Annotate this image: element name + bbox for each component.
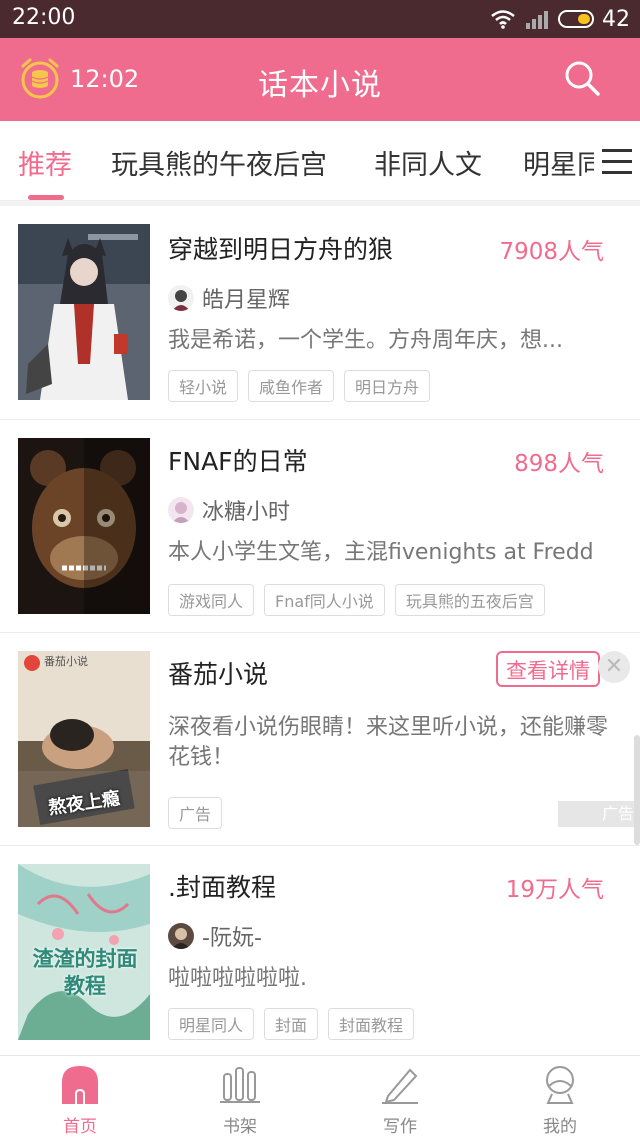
nav-bookshelf[interactable]: 书架 xyxy=(180,1064,300,1137)
book-card[interactable]: FNAF的日常 898人气 冰糖小时 本人小学生文笔，主混fivenights … xyxy=(0,420,640,633)
nav-label: 写作 xyxy=(383,1117,417,1137)
ad-card[interactable]: 番茄小说 熬夜上瘾 番茄小说 查看详情 ✕ 深夜看小说伤眼睛！来这里听小说，还能… xyxy=(0,633,640,846)
cover-text: 渣渣的封面教程 xyxy=(32,947,138,998)
tag[interactable]: 轻小说 xyxy=(168,370,239,402)
ad-title[interactable]: 番茄小说 xyxy=(168,655,268,691)
nav-label: 我的 xyxy=(543,1117,577,1137)
signal-icon xyxy=(526,11,548,29)
tag[interactable]: 游戏同人 xyxy=(168,584,255,616)
ad-description: 深夜看小说伤眼睛！来这里听小说，还能赚零花钱！ xyxy=(168,715,609,770)
tag[interactable]: 明星同人 xyxy=(168,1008,255,1040)
tag[interactable]: 玩具熊的五夜后宫 xyxy=(394,584,545,616)
tag[interactable]: 封面 xyxy=(264,1008,319,1040)
author-row[interactable]: -阮妧- xyxy=(168,920,262,952)
tag-list: 明星同人 封面 封面教程 xyxy=(168,1008,415,1040)
book-card[interactable]: 穿越到明日方舟的狼 7908人气 皓月星辉 我是希诺，一个学生。方舟周年庆，想.… xyxy=(0,206,640,420)
book-description: 啦啦啦啦啦啦. xyxy=(168,966,307,991)
author-row[interactable]: 冰糖小时 xyxy=(168,494,290,526)
profile-icon xyxy=(546,1066,574,1104)
author-row[interactable]: 皓月星辉 xyxy=(168,282,290,314)
tab-celebrity[interactable]: 明星同 xyxy=(523,143,604,182)
book-title[interactable]: FNAF的日常 xyxy=(168,442,308,478)
author-name: -阮妧- xyxy=(202,926,262,951)
avatar xyxy=(168,285,194,311)
wifi-icon xyxy=(491,10,515,29)
tab-recommend[interactable]: 推荐 xyxy=(18,143,72,182)
status-time: 22:00 xyxy=(12,5,76,30)
author-name: 皓月星辉 xyxy=(202,288,291,313)
scrollbar[interactable] xyxy=(634,735,640,845)
bookshelf-icon xyxy=(220,1067,260,1103)
category-tabs: 推荐 玩具熊的午夜后宫 非同人文 明星同 xyxy=(0,121,640,201)
battery-percent: 42 xyxy=(602,6,630,32)
book-title[interactable]: .封面教程 xyxy=(168,868,276,904)
nav-profile[interactable]: 我的 xyxy=(500,1064,620,1137)
tab-menu-icon[interactable] xyxy=(594,139,640,183)
book-popularity: 898人气 xyxy=(514,451,604,477)
nav-label: 首页 xyxy=(63,1117,97,1137)
book-cover[interactable] xyxy=(18,438,150,614)
nav-write[interactable]: 写作 xyxy=(340,1064,460,1137)
nav-label: 书架 xyxy=(223,1117,257,1137)
close-icon[interactable]: ✕ xyxy=(598,651,630,683)
book-title[interactable]: 穿越到明日方舟的狼 xyxy=(168,230,393,266)
nav-home[interactable]: 首页 xyxy=(20,1064,140,1137)
author-name: 冰糖小时 xyxy=(202,500,291,525)
battery-icon xyxy=(558,10,594,28)
search-icon[interactable] xyxy=(562,58,602,98)
tag-list: 轻小说 咸鱼作者 明日方舟 xyxy=(168,370,431,402)
book-popularity: 19万人气 xyxy=(505,877,604,903)
app-title: 话本小说 xyxy=(258,68,382,103)
tag[interactable]: 明日方舟 xyxy=(344,370,431,402)
tag-list: 广告 xyxy=(168,797,223,829)
book-description: 本人小学生文笔，主混fivenights at Fredd xyxy=(168,540,594,565)
tag[interactable]: 封面教程 xyxy=(328,1008,415,1040)
pen-icon xyxy=(382,1068,418,1104)
status-icons: 42 xyxy=(490,6,630,32)
ad-cover-label: 番茄小说 xyxy=(44,655,88,668)
view-details-button[interactable]: 查看详情 xyxy=(496,651,600,687)
ad-badge: 广告 xyxy=(558,801,640,827)
home-icon xyxy=(62,1066,98,1104)
tab-non-fanfic[interactable]: 非同人文 xyxy=(374,143,482,182)
tag[interactable]: 咸鱼作者 xyxy=(248,370,335,402)
status-bar: 22:00 42 xyxy=(0,0,640,38)
bottom-nav: 首页 书架 写作 我的 xyxy=(0,1055,640,1138)
book-card[interactable]: 渣渣的封面教程 .封面教程 19万人气 -阮妧- 啦啦啦啦啦啦. 明星同人 封面… xyxy=(0,846,640,1055)
book-cover[interactable] xyxy=(18,224,150,400)
app-header: 12:02 话本小说 xyxy=(0,38,640,121)
book-description: 我是希诺，一个学生。方舟周年庆，想... xyxy=(168,328,563,353)
tag-list: 游戏同人 Fnaf同人小说 玩具熊的五夜后宫 xyxy=(168,584,545,616)
tag[interactable]: Fnaf同人小说 xyxy=(264,584,385,616)
tab-toy-bear[interactable]: 玩具熊的午夜后宫 xyxy=(111,143,327,182)
avatar xyxy=(168,497,194,523)
active-tab-indicator xyxy=(28,195,64,200)
book-popularity: 7908人气 xyxy=(499,239,604,265)
avatar xyxy=(168,923,194,949)
ad-tag: 广告 xyxy=(168,797,223,829)
